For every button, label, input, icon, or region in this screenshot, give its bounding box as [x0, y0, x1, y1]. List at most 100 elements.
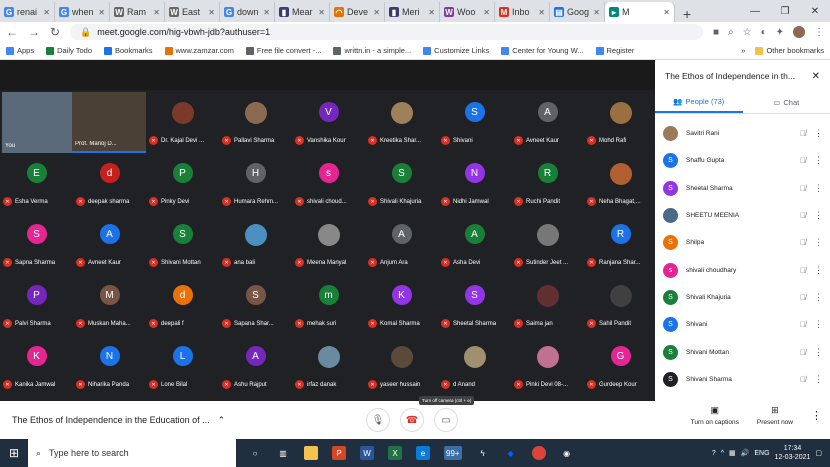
participant-tile[interactable]: E ✕ Esha Verma: [0, 151, 73, 212]
participant-tile[interactable]: G ✕ Gurdeep Kour: [584, 334, 657, 395]
participant-tile[interactable]: ✕ Kreetika Shar...: [365, 90, 438, 151]
participant-tile[interactable]: S ✕ Sapna Sharma: [0, 212, 73, 273]
participant-tile[interactable]: R ✕ Ranjana Shar...: [584, 212, 657, 273]
back-icon[interactable]: ←: [6, 25, 18, 39]
browser-tab[interactable]: ▮ Mear ✕: [275, 2, 330, 22]
volume-icon[interactable]: 🔊: [741, 449, 750, 457]
participant-tile[interactable]: S ✕ Sheetal Sharma: [438, 273, 511, 334]
tab-chat[interactable]: ▭ Chat: [743, 92, 830, 113]
participant-tile[interactable]: A ✕ Anjum Ara: [365, 212, 438, 273]
participant-tile[interactable]: ✕ Sutinder Jeet ...: [511, 212, 584, 273]
video-tile[interactable]: Prof. Manoj D...: [72, 92, 146, 153]
bookmark-item[interactable]: Register: [595, 46, 634, 55]
tab-close-icon[interactable]: ✕: [318, 8, 325, 17]
captions-button[interactable]: ▣ Turn on captions: [691, 405, 739, 426]
participant-tile[interactable]: s ✕ shivali choud...: [292, 151, 365, 212]
participant-tile[interactable]: A ✕ Avneet Kaur: [73, 212, 146, 273]
forward-icon[interactable]: →: [28, 25, 40, 39]
browser-tab[interactable]: W East ✕: [165, 2, 220, 22]
participant-row[interactable]: SHEETU MEENIA 🎙̸ ⋮: [655, 202, 830, 229]
cortana-icon[interactable]: ○: [248, 446, 262, 460]
tab-close-icon[interactable]: ✕: [428, 8, 435, 17]
tab-close-icon[interactable]: ✕: [373, 8, 380, 17]
participant-tile[interactable]: A ✕ Ashu Rajput: [219, 334, 292, 395]
bookmark-item[interactable]: Customize Links: [423, 46, 489, 55]
participant-tile[interactable]: S ✕ Sapana Shar...: [219, 273, 292, 334]
browser-tab[interactable]: ◠ Deve ✕: [330, 2, 385, 22]
browser-tab[interactable]: ▸ M ✕: [605, 2, 675, 22]
more-options-icon[interactable]: ⋮: [814, 347, 823, 358]
more-options-icon[interactable]: ⋮: [814, 265, 823, 276]
tab-close-icon[interactable]: ✕: [663, 8, 670, 17]
more-options-icon[interactable]: ⋮: [814, 319, 823, 330]
more-options-icon[interactable]: ⋮: [814, 128, 823, 139]
video-tile[interactable]: You: [2, 92, 72, 153]
present-now-button[interactable]: ⊞ Present now: [757, 405, 793, 426]
participant-tile[interactable]: R ✕ Ruchi Pandit: [511, 151, 584, 212]
extension-icon[interactable]: ◐: [761, 27, 767, 38]
tray-chevron-icon[interactable]: ^: [721, 450, 724, 457]
browser-tab[interactable]: Gdown ✕: [220, 2, 275, 22]
camera-button[interactable]: ▭: [434, 408, 458, 432]
participant-tile[interactable]: d ✕ deepak sharma: [73, 151, 146, 212]
participant-tile[interactable]: K ✕ Komal Sharma: [365, 273, 438, 334]
language-indicator[interactable]: ENG: [754, 450, 769, 457]
participant-tile[interactable]: N ✕ Niharika Panda: [73, 334, 146, 395]
browser-tab[interactable]: ▤ Goog ✕: [550, 2, 605, 22]
tab-close-icon[interactable]: ✕: [483, 8, 490, 17]
participant-row[interactable]: S Shivani 🎙̸ ⋮: [655, 311, 830, 338]
other-bookmarks[interactable]: Other bookmarks: [755, 46, 824, 55]
new-tab-button[interactable]: +: [675, 6, 699, 22]
mail-badge[interactable]: 99+: [444, 446, 462, 460]
participant-tile[interactable]: d ✕ deepali f: [146, 273, 219, 334]
bookmark-item[interactable]: writtn.in - a simple...: [333, 46, 411, 55]
participant-tile[interactable]: ✕ Mohd Rafi: [584, 90, 657, 151]
more-options-icon[interactable]: ⋮: [814, 292, 823, 303]
tab-close-icon[interactable]: ✕: [263, 8, 270, 17]
more-options-icon[interactable]: ⋮: [811, 409, 822, 422]
tab-close-icon[interactable]: ✕: [593, 8, 600, 17]
participant-tile[interactable]: S ✕ Shivali Khajuria: [365, 151, 438, 212]
participant-tile[interactable]: S ✕ Shivani: [438, 90, 511, 151]
tab-close-icon[interactable]: ✕: [98, 8, 105, 17]
more-options-icon[interactable]: ⋮: [814, 237, 823, 248]
chrome-icon[interactable]: [531, 446, 546, 460]
notifications-icon[interactable]: ▢: [815, 449, 822, 457]
participant-tile[interactable]: ✕ Sahil Pandit: [584, 273, 657, 334]
browser-tab[interactable]: W Woo ✕: [440, 2, 495, 22]
minimize-button[interactable]: —: [740, 6, 770, 17]
bookmark-item[interactable]: www.zamzar.com: [164, 46, 234, 55]
extensions-puzzle-icon[interactable]: ✦: [776, 27, 784, 38]
participant-tile[interactable]: ✕ Neha Bhagat,...: [584, 151, 657, 212]
participant-tile[interactable]: ✕ d Anand: [438, 334, 511, 395]
file-explorer-icon[interactable]: [304, 446, 318, 460]
participant-tile[interactable]: m ✕ mehak suri: [292, 273, 365, 334]
url-field[interactable]: 🔒 meet.google.com/hig-vbwh-jdb?authuser=…: [70, 24, 703, 40]
close-window-button[interactable]: ✕: [800, 6, 830, 17]
leave-call-button[interactable]: ☎: [400, 408, 424, 432]
reload-icon[interactable]: ↻: [50, 25, 60, 39]
word-icon[interactable]: W: [360, 446, 374, 460]
bookmark-item[interactable]: Center for Young W...: [501, 46, 584, 55]
tab-close-icon[interactable]: ✕: [208, 8, 215, 17]
task-view-icon[interactable]: ▥: [276, 446, 290, 460]
participant-tile[interactable]: L ✕ Lone Bilal: [146, 334, 219, 395]
tab-people[interactable]: 👥 People (73): [655, 92, 743, 113]
bookmark-item[interactable]: Bookmarks: [104, 46, 153, 55]
clock[interactable]: 17:34 12-03-2021: [775, 444, 811, 462]
tab-close-icon[interactable]: ✕: [153, 8, 160, 17]
browser-tab[interactable]: W Ram ✕: [110, 2, 165, 22]
participant-row[interactable]: S Shilpa 🎙̸ ⋮: [655, 229, 830, 256]
more-options-icon[interactable]: ⋮: [814, 183, 823, 194]
microphone-button[interactable]: 🎙: [366, 408, 390, 432]
more-options-icon[interactable]: ⋮: [814, 155, 823, 166]
more-options-icon[interactable]: ⋮: [814, 210, 823, 221]
windows-start-icon[interactable]: ⊞: [0, 446, 28, 460]
participant-tile[interactable]: ✕ Saima jan: [511, 273, 584, 334]
chevron-up-icon[interactable]: ⌃: [218, 415, 226, 426]
participant-tile[interactable]: S ✕ Shivani Mottan: [146, 212, 219, 273]
excel-icon[interactable]: X: [388, 446, 402, 460]
network-icon[interactable]: ▦: [729, 449, 736, 457]
tab-close-icon[interactable]: ✕: [538, 8, 545, 17]
participant-tile[interactable]: ✕ yaseer hussain: [365, 334, 438, 395]
